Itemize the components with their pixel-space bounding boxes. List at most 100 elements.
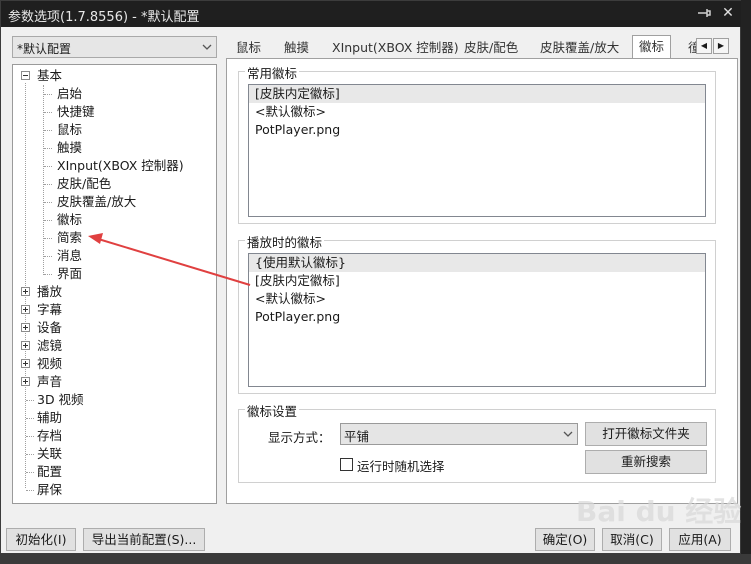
tree-item-label: 滤镜 [37, 338, 63, 353]
collapse-icon[interactable] [21, 71, 30, 80]
tab-touch[interactable]: 触摸 [278, 38, 315, 59]
window-title: 参数选项(1.7.8556) - *默认配置 [8, 10, 200, 25]
tree-item-skin-overlay[interactable]: 皮肤覆盖/放大 [57, 193, 136, 211]
random-select-checkbox[interactable] [340, 458, 353, 471]
pin-icon[interactable] [695, 4, 713, 22]
tree-item-label: 设备 [37, 320, 63, 335]
export-config-button[interactable]: 导出当前配置(S)... [83, 528, 205, 551]
tree-item-touch[interactable]: 触摸 [57, 139, 82, 157]
tree-item-interface[interactable]: 界面 [57, 265, 82, 283]
expand-icon[interactable] [21, 359, 30, 368]
tree-item-label: 徽标 [57, 212, 83, 227]
common-logo-group: 常用徽标 [皮肤内定徽标] <默认徽标> PotPlayer.png [238, 63, 716, 224]
display-mode-select[interactable]: 平铺 [340, 423, 578, 445]
tree-item-logo[interactable]: 徽标 [57, 211, 82, 229]
tree-item-label: 快捷键 [57, 104, 95, 119]
tab-skin-overlay[interactable]: 皮肤覆盖/放大 [534, 38, 625, 59]
list-item[interactable]: <默认徽标> [249, 103, 705, 121]
list-item[interactable]: PotPlayer.png [249, 121, 705, 139]
tab-scroll-left-icon[interactable]: ◀ [696, 38, 712, 54]
watermark-logo: Bai du 经验 [576, 495, 742, 528]
tree-item-hotkeys[interactable]: 快捷键 [57, 103, 95, 121]
list-item[interactable]: [皮肤内定徽标] [249, 85, 705, 103]
tree-item-label: 鼠标 [57, 122, 83, 137]
tree-item-messages[interactable]: 消息 [57, 247, 82, 265]
tree-item-label: 辅助 [37, 410, 63, 425]
tree-item-label: 3D 视频 [37, 392, 84, 407]
tree-connector [44, 202, 52, 203]
tree-item-skin-color[interactable]: 皮肤/配色 [57, 175, 111, 193]
common-logo-list[interactable]: [皮肤内定徽标] <默认徽标> PotPlayer.png [248, 84, 706, 217]
display-mode-label: 显示方式： [268, 430, 331, 445]
tree-item-label: 启始 [57, 86, 83, 101]
tree-item-label: 消息 [57, 248, 83, 263]
tree-item-label: 播放 [37, 284, 63, 299]
expand-icon[interactable] [21, 305, 30, 314]
tree-item-label: 屏保 [37, 482, 63, 497]
ok-button[interactable]: 确定(O) [535, 528, 595, 551]
expand-icon[interactable] [21, 341, 30, 350]
tree-item-label: 基本 [37, 68, 63, 83]
tree-item-label: 视频 [37, 356, 63, 371]
init-button[interactable]: 初始化(I) [6, 528, 76, 551]
apply-button[interactable]: 应用(A) [669, 528, 731, 551]
tree-item-archive[interactable]: 存档 [37, 427, 62, 445]
list-item[interactable]: PotPlayer.png [249, 308, 705, 326]
tree-connector [26, 418, 34, 419]
tree-item-jiansuo[interactable]: 简索 [57, 229, 82, 247]
tree-guide-line [25, 83, 26, 488]
chevron-down-icon [202, 44, 212, 50]
tree-item-xinput[interactable]: XInput(XBOX 控制器) [57, 157, 184, 175]
logo-settings-group-label: 徽标设置 [245, 401, 300, 420]
tree-connector [44, 256, 52, 257]
tree-item-label: 配置 [37, 464, 63, 479]
tree-connector [26, 472, 34, 473]
tree-connector [26, 490, 34, 491]
tree-connector [44, 238, 52, 239]
tree-item-label: 界面 [57, 266, 83, 281]
tab-scroll-right-icon[interactable]: ▶ [713, 38, 729, 54]
tree-item-label: 字幕 [37, 302, 63, 317]
tree-connector [44, 112, 52, 113]
taskbar-strip [0, 554, 751, 564]
tree-guide-line [43, 85, 44, 275]
playback-logo-list[interactable]: {使用默认徽标} [皮肤内定徽标] <默认徽标> PotPlayer.png [248, 253, 706, 387]
tab-mouse[interactable]: 鼠标 [230, 38, 267, 59]
tab-bar: 鼠标 触摸 XInput(XBOX 控制器) 皮肤/配色 皮肤覆盖/放大 徽标 … [226, 35, 738, 59]
settings-tree[interactable]: 基本 启始 快捷键 鼠标 触摸 XInput(XBOX 控制器) 皮肤/配色 皮… [12, 64, 217, 504]
tree-connector [44, 184, 52, 185]
list-item[interactable]: {使用默认徽标} [249, 254, 705, 272]
tab-skin-color[interactable]: 皮肤/配色 [458, 38, 524, 59]
tree-item-mouse[interactable]: 鼠标 [57, 121, 82, 139]
tree-connector [26, 454, 34, 455]
tree-connector [26, 400, 34, 401]
expand-icon[interactable] [21, 287, 30, 296]
tab-logo[interactable]: 徽标 [632, 35, 672, 59]
tree-item-config[interactable]: 配置 [37, 463, 62, 481]
open-logo-folder-button[interactable]: 打开徽标文件夹 [585, 422, 707, 446]
profile-dropdown[interactable]: *默认配置 [12, 36, 217, 58]
random-select-label: 运行时随机选择 [357, 459, 445, 474]
playback-logo-group-label: 播放时的徽标 [245, 232, 325, 251]
close-icon[interactable]: ✕ [719, 4, 737, 22]
chevron-down-icon [563, 431, 573, 437]
cancel-button[interactable]: 取消(C) [602, 528, 662, 551]
tree-connector [44, 166, 52, 167]
expand-icon[interactable] [21, 323, 30, 332]
preferences-window: 参数选项(1.7.8556) - *默认配置 ✕ *默认配置 基本 启始 快捷键… [0, 0, 742, 554]
logo-settings-group: 徽标设置 显示方式： 平铺 打开徽标文件夹 运行时随机选择 重新搜索 [238, 401, 716, 483]
tree-item-association[interactable]: 关联 [37, 445, 62, 463]
tree-item-startup[interactable]: 启始 [57, 85, 82, 103]
title-bar[interactable]: 参数选项(1.7.8556) - *默认配置 ✕ [1, 1, 742, 27]
expand-icon[interactable] [21, 377, 30, 386]
background-window-edge [741, 0, 751, 564]
list-item[interactable]: [皮肤内定徽标] [249, 272, 705, 290]
research-button[interactable]: 重新搜索 [585, 450, 707, 474]
tree-connector [26, 436, 34, 437]
tree-connector [44, 274, 52, 275]
tab-xinput[interactable]: XInput(XBOX 控制器) [326, 38, 465, 59]
list-item[interactable]: <默认徽标> [249, 290, 705, 308]
tree-item-3d-video[interactable]: 3D 视频 [37, 391, 84, 409]
tree-item-accessibility[interactable]: 辅助 [37, 409, 62, 427]
tree-item-screensaver[interactable]: 屏保 [37, 481, 62, 499]
